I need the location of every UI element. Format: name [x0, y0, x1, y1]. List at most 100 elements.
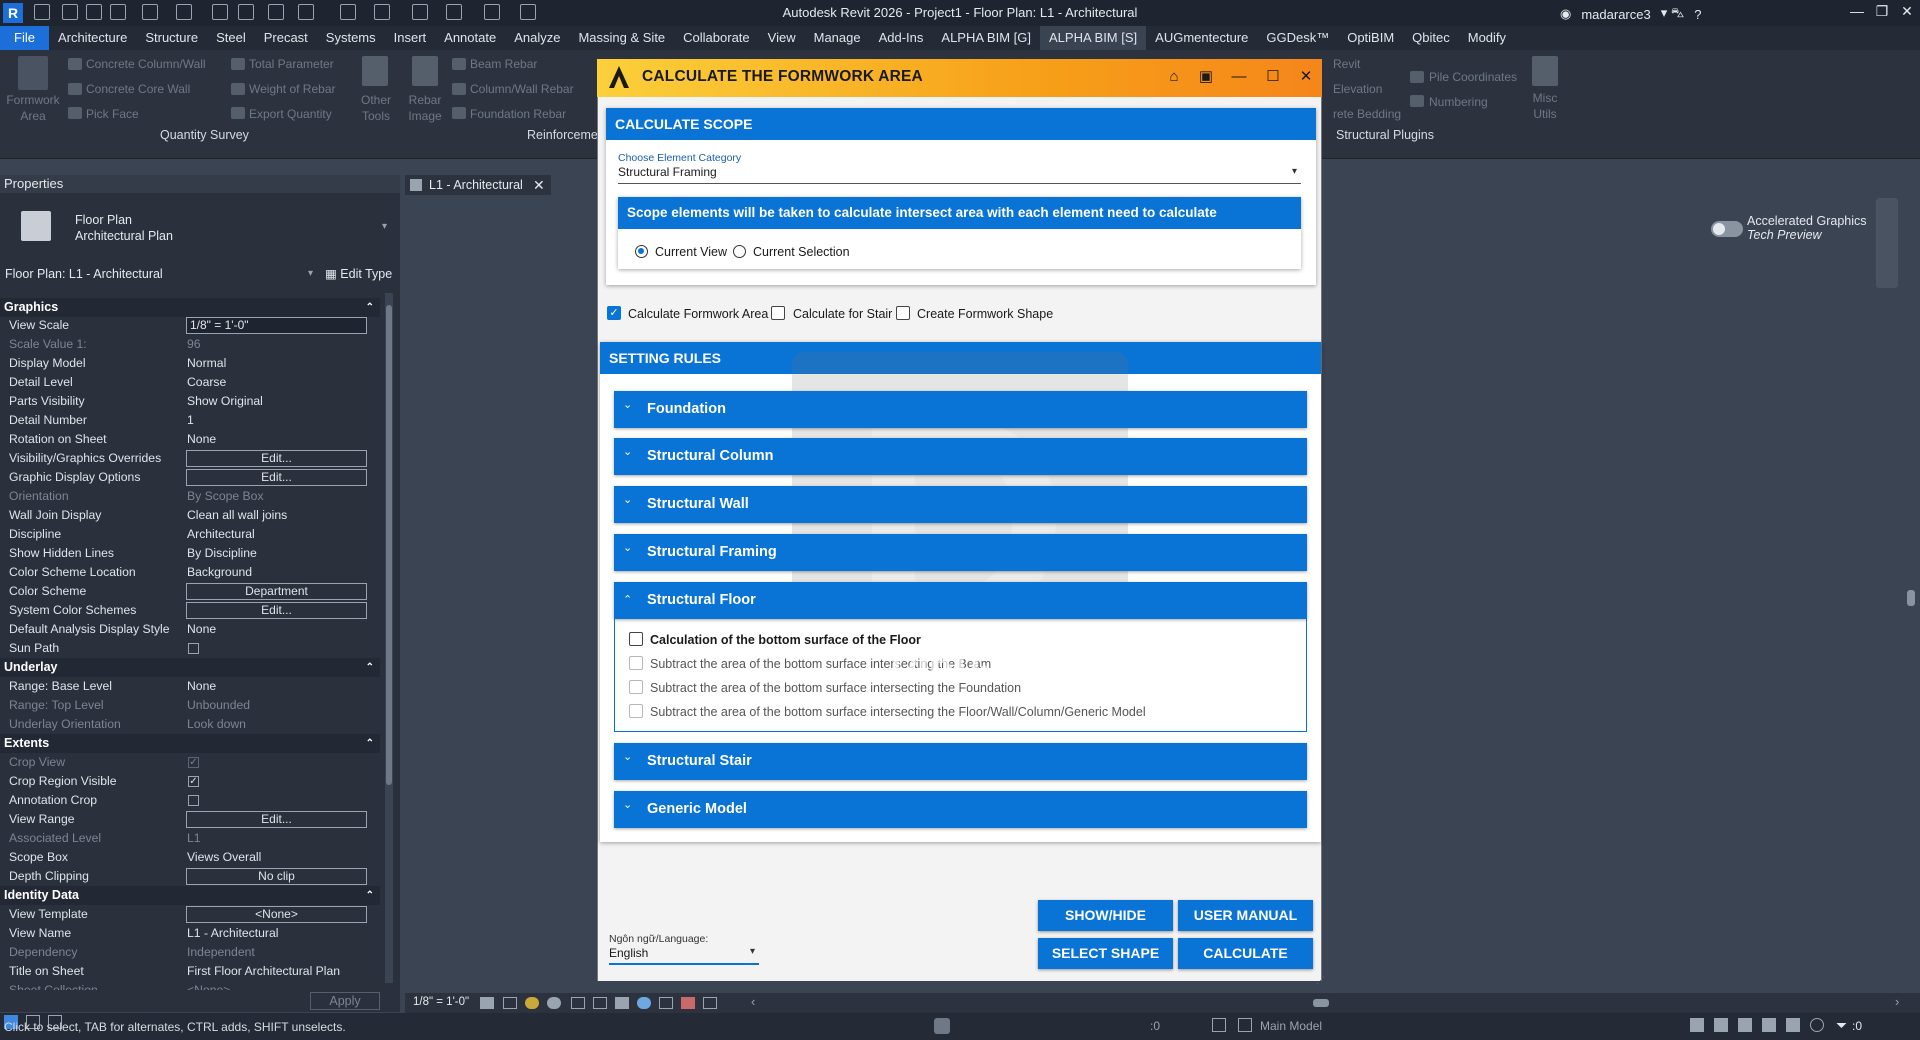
current-selection-radio[interactable] [733, 245, 746, 258]
menu-tab-insert[interactable]: Insert [385, 26, 436, 50]
prop-value[interactable]: 1 [187, 413, 194, 427]
prop-edit-button[interactable]: No clip [186, 868, 367, 885]
drag-elements-icon[interactable] [1786, 1018, 1800, 1032]
chevron-up-icon[interactable]: ⌃ [366, 298, 374, 317]
revit-button[interactable]: Revit [1333, 57, 1360, 71]
visual-style-icon[interactable] [503, 997, 517, 1009]
beam-rebar-button[interactable]: Beam Rebar [470, 57, 537, 71]
view-tab[interactable]: L1 - Architectural ✕ [405, 175, 551, 195]
menu-tab-annotate[interactable]: Annotate [435, 26, 505, 50]
subtract-other-checkbox[interactable] [629, 704, 643, 718]
scrollbar-thumb[interactable] [386, 305, 392, 785]
filter-icon[interactable]: ⏷ [1836, 1017, 1847, 1034]
menu-tab-ggdesk[interactable]: GGDesk™ [1257, 26, 1338, 50]
accordion-generic-model[interactable]: ⌄ Generic Model [614, 791, 1307, 828]
help-icon[interactable]: ? [1694, 7, 1701, 22]
prop-value[interactable]: By Scope Box [187, 489, 264, 503]
formwork-area-button[interactable]: Formwork Area [6, 92, 60, 124]
chevron-up-icon[interactable]: ⌃ [366, 658, 374, 677]
view-scroll-thumb[interactable] [1907, 590, 1915, 606]
bedding-button[interactable]: rete Bedding [1333, 107, 1401, 121]
prop-value[interactable]: None [187, 622, 216, 636]
menu-tab-augmentecture[interactable]: AUGmentecture [1146, 26, 1257, 50]
total-parameter-button[interactable]: Total Parameter [249, 57, 334, 71]
pick-face-button[interactable]: Pick Face [86, 107, 139, 121]
concrete-core-wall-button[interactable]: Concrete Core Wall [86, 82, 190, 96]
detail-level-icon[interactable] [480, 997, 494, 1009]
accordion-structural-wall[interactable]: ⌄ Structural Wall [614, 486, 1307, 523]
prop-checkbox[interactable] [188, 643, 199, 654]
weight-of-rebar-button[interactable]: Weight of Rebar [249, 82, 336, 96]
accordion-structural-column[interactable]: ⌄ Structural Column [614, 438, 1307, 475]
menu-tab-qbitec[interactable]: Qbitec [1403, 26, 1459, 50]
sun-path-icon[interactable] [525, 997, 539, 1009]
restore-icon[interactable]: ❐ [1870, 3, 1894, 23]
resize-grip-icon[interactable]: ⋰ [1316, 975, 1325, 986]
section-identity[interactable]: Identity Data ⌃ [0, 886, 380, 905]
other-tools-button[interactable]: Other Tools [356, 92, 396, 124]
chevron-down-icon[interactable]: ▾ [382, 221, 387, 232]
temp-hide-icon[interactable] [637, 997, 651, 1009]
prop-edit-button[interactable]: <None> [186, 906, 367, 923]
prop-value[interactable]: First Floor Architectural Plan [187, 964, 340, 978]
menu-tab-alpha-bim-g[interactable]: ALPHA BIM [G] [932, 26, 1040, 50]
home-icon[interactable]: ⌂ [1165, 68, 1183, 86]
minimize-icon[interactable]: — [1845, 3, 1869, 23]
edit-type-button[interactable]: ▦ Edit Type [325, 266, 392, 281]
prop-edit-button[interactable]: Edit... [186, 450, 367, 467]
menu-tab-view[interactable]: View [759, 26, 805, 50]
prop-value[interactable]: Architectural [187, 527, 255, 541]
prop-edit-button[interactable]: Edit... [186, 469, 367, 486]
subtract-beam-checkbox[interactable] [629, 656, 643, 670]
prop-value[interactable]: Coarse [187, 375, 226, 389]
menu-tab-modify[interactable]: Modify [1459, 26, 1515, 50]
close-tab-icon[interactable]: ✕ [533, 175, 545, 195]
prop-value[interactable]: Views Overall [187, 850, 261, 864]
prop-checkbox[interactable]: ✓ [188, 776, 199, 787]
export-quantity-button[interactable]: Export Quantity [249, 107, 332, 121]
chevron-up-icon[interactable]: ⌃ [366, 886, 374, 905]
apply-button[interactable]: Apply [310, 992, 380, 1010]
select-pinned-icon[interactable] [1738, 1018, 1752, 1032]
model-selector[interactable]: Main Model [1260, 1019, 1322, 1033]
chevron-right-icon[interactable]: › [1895, 994, 1899, 1009]
select-shape-button[interactable]: SELECT SHAPE [1038, 938, 1173, 969]
accordion-foundation[interactable]: ⌄ Foundation [614, 391, 1307, 428]
menu-tab-file[interactable]: File [0, 26, 49, 50]
rebar-image-button[interactable]: Rebar Image [405, 92, 445, 124]
prop-value[interactable]: 96 [187, 337, 201, 351]
chevron-left-icon[interactable]: ‹ [751, 994, 755, 1009]
concrete-column-wall-button[interactable]: Concrete Column/Wall [86, 57, 206, 71]
type-selector[interactable]: Floor Plan Architectural Plan ▾ [0, 193, 400, 263]
foundation-rebar-button[interactable]: Foundation Rebar [470, 107, 566, 121]
accelerated-graphics-toggle[interactable] [1711, 221, 1743, 237]
prop-value[interactable]: Show Original [187, 394, 263, 408]
section-underlay[interactable]: Underlay ⌃ [0, 658, 380, 677]
settings-icon[interactable]: ▣ [1197, 68, 1215, 86]
cart-icon[interactable]: ▾ ⛍ [1661, 5, 1685, 23]
menu-tab-structure[interactable]: Structure [136, 26, 207, 50]
accordion-structural-stair[interactable]: ⌄ Structural Stair [614, 743, 1307, 780]
show-hide-button[interactable]: SHOW/HIDE [1038, 900, 1173, 931]
section-extents[interactable]: Extents ⌃ [0, 734, 380, 753]
prop-value[interactable]: By Discipline [187, 546, 257, 560]
stair-checkbox[interactable] [771, 306, 785, 320]
user-area[interactable]: ◉ madararce3 ▾ ⛍ ? [1560, 5, 1702, 23]
accordion-structural-framing[interactable]: ⌄ Structural Framing [614, 534, 1307, 571]
category-select[interactable]: Structural Framing [618, 165, 717, 179]
prop-edit-button[interactable]: Edit... [186, 602, 367, 619]
prop-value[interactable]: L1 [187, 831, 201, 845]
prop-value[interactable]: L1 - Architectural [187, 926, 278, 940]
minimize-icon[interactable]: — [1230, 68, 1248, 86]
prop-edit-button[interactable]: Department [186, 583, 367, 600]
chevron-down-icon[interactable]: ▾ [750, 946, 755, 957]
chevron-down-icon[interactable]: ▾ [1292, 166, 1297, 177]
analytical-icon[interactable] [703, 997, 717, 1009]
editable-only-icon[interactable] [1238, 1018, 1252, 1032]
prop-value[interactable]: Look down [187, 717, 246, 731]
background-process-icon[interactable] [1810, 1018, 1824, 1032]
section-graphics[interactable]: Graphics ⌃ [0, 298, 380, 317]
floor-bottom-checkbox[interactable] [629, 632, 643, 646]
user-manual-button[interactable]: USER MANUAL [1178, 900, 1313, 931]
menu-tab-massing-site[interactable]: Massing & Site [569, 26, 674, 50]
